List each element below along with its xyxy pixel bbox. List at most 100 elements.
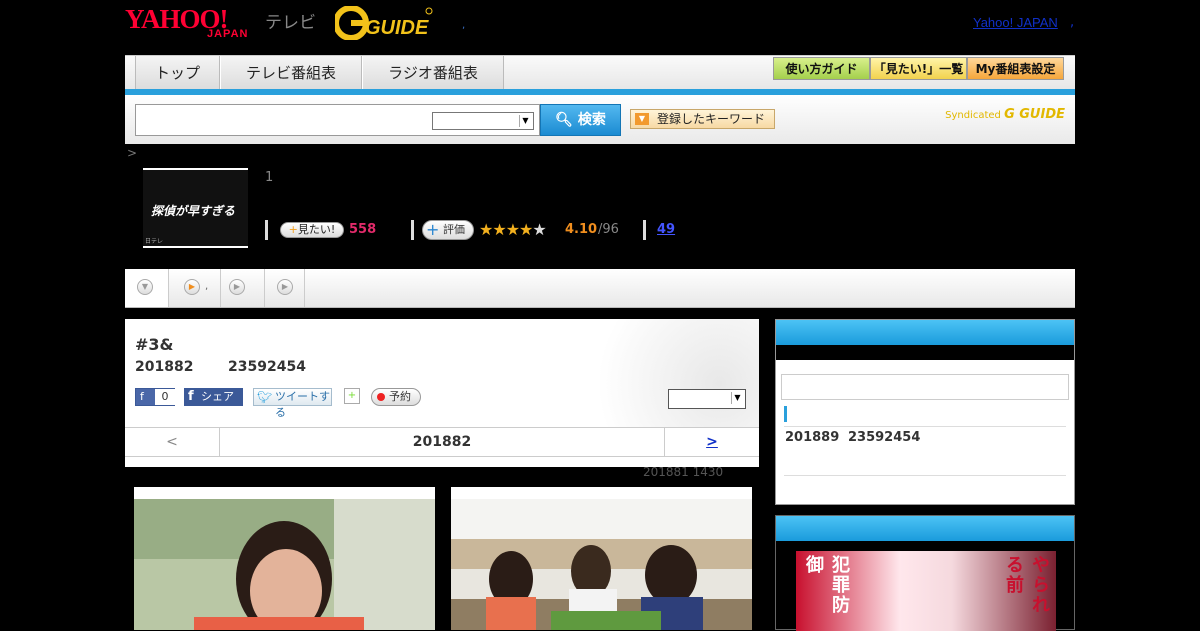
registered-keywords-label: 登録したキーワード: [657, 112, 766, 126]
rating-stars: ★★★★★: [479, 220, 547, 240]
comments-count-link[interactable]: 49: [657, 222, 675, 237]
gguide-logo[interactable]: GUIDE: [335, 6, 433, 40]
breadcrumb: >: [127, 146, 138, 160]
plus-icon: +: [288, 223, 298, 236]
syndicated-logo: Syndicated G GUIDE: [945, 107, 1065, 122]
program-thumbnail-title: 探偵が早すぎる: [151, 204, 236, 218]
pager-current: 201882: [412, 434, 472, 450]
episode-id: 23592454: [228, 359, 306, 375]
episode-photo-1[interactable]: [134, 487, 435, 630]
record-reservation-button[interactable]: 予約: [371, 388, 421, 406]
divider: [784, 426, 1066, 427]
search-button-label: 検索: [577, 112, 606, 128]
tab-tv-schedule[interactable]: テレビ番組表: [220, 56, 362, 90]
header-separator: ,: [462, 20, 466, 31]
sidebar-promo-header: [776, 516, 1074, 541]
rating-count: /96: [598, 222, 619, 237]
search-button[interactable]: 🔍︎ 検索: [540, 104, 621, 136]
program-thumbnail[interactable]: 探偵が早すぎる 日テレ: [143, 168, 248, 248]
sidebar-promo-panel: 犯罪防御 やられる前: [775, 515, 1075, 631]
subtab-4[interactable]: ▶: [265, 269, 305, 307]
mitai-label: 見たい!: [297, 223, 336, 236]
rate-button[interactable]: + 評価: [422, 220, 474, 240]
episode-photo-2[interactable]: [451, 487, 752, 630]
promo-poster-right-text: やられる前: [1003, 555, 1050, 615]
star-icon: ★: [519, 220, 533, 239]
mitai-button[interactable]: +見たい!: [280, 222, 344, 238]
tv-label: テレビ: [265, 13, 316, 33]
search-category-select[interactable]: ▼: [432, 112, 534, 130]
svg-text:GUIDE: GUIDE: [365, 17, 429, 39]
sidebar-panel: 201889 23592454: [775, 319, 1075, 505]
facebook-share-button[interactable]: f シェア: [184, 388, 243, 406]
twitter-bird-icon: 🐦︎: [257, 390, 273, 404]
sidebar-input[interactable]: [781, 374, 1069, 400]
play-icon: ▶: [229, 279, 245, 295]
registered-keywords-button[interactable]: ▼ 登録したキーワード: [630, 109, 775, 129]
promo-poster[interactable]: 犯罪防御 やられる前: [796, 551, 1056, 631]
syndicated-label: Syndicated: [945, 110, 1001, 121]
subtab-2[interactable]: ▶,: [169, 269, 221, 307]
facebook-share-label: シェア: [201, 390, 234, 403]
my-schedule-settings-button[interactable]: My番組表設定: [967, 57, 1064, 80]
search-icon: 🔍︎: [555, 112, 573, 128]
chevron-down-icon: ▼: [137, 279, 153, 295]
star-icon: ★: [479, 220, 493, 239]
play-icon: ▶: [277, 279, 293, 295]
episode-select[interactable]: ▼: [668, 389, 746, 409]
mitai-count: 558: [349, 222, 377, 237]
mitai-list-button[interactable]: 「見たい!」一覧: [870, 57, 967, 80]
sidebar-header-band: [776, 345, 1074, 360]
tab-top[interactable]: トップ: [135, 56, 220, 90]
sidebar-header: [776, 320, 1074, 345]
sidebar-next-date: 201889: [785, 430, 840, 445]
record-reservation-label: 予約: [389, 390, 411, 403]
main-nav: トップ テレビ番組表 ラジオ番組表 使い方ガイド 「見たい!」一覧 My番組表設…: [125, 55, 1075, 91]
subtab-3[interactable]: ▶: [221, 269, 265, 307]
divider: [643, 220, 646, 240]
header-trailing-separator: ,: [1070, 15, 1075, 30]
episode-title: #3&: [135, 335, 174, 354]
chevron-down-icon: ▼: [635, 113, 649, 125]
sidebar-next-id: 23592454: [848, 430, 921, 445]
divider: [265, 220, 268, 240]
episode-date: 201882: [135, 359, 194, 375]
usage-guide-button[interactable]: 使い方ガイド: [773, 57, 870, 80]
star-icon: ★: [492, 220, 506, 239]
yahoo-japan-link[interactable]: Yahoo! JAPAN: [973, 15, 1058, 30]
panel-background-pattern: [559, 319, 759, 427]
play-icon: ▶: [184, 279, 200, 295]
yahoo-japan-logo-text: JAPAN: [207, 28, 249, 40]
promo-poster-left-text: 犯罪防御: [803, 555, 850, 615]
facebook-icon: f: [140, 390, 144, 403]
record-dot-icon: [377, 393, 385, 401]
pager-next[interactable]: >: [664, 428, 759, 456]
calendar-add-icon[interactable]: +: [344, 388, 360, 404]
chevron-down-icon: ▼: [731, 392, 743, 404]
divider: [411, 220, 414, 240]
tab-radio-schedule[interactable]: ラジオ番組表: [362, 56, 504, 90]
facebook-icon: f: [188, 389, 194, 404]
episode-photo-2-image: [451, 499, 752, 630]
plus-icon: +: [426, 220, 440, 239]
tweet-label: ツイートする: [275, 390, 330, 419]
facebook-like-count: 0: [155, 389, 175, 405]
episode-photo-1-image: [134, 499, 435, 630]
program-subtabs: ▼ ▶, ▶ ▶: [125, 269, 1075, 308]
sidebar-section-marker: [784, 406, 787, 422]
broadcaster-mark: 日テレ: [145, 238, 164, 245]
episode-count: 1: [265, 170, 274, 185]
search-bar: ▼ 🔍︎ 検索 ▼ 登録したキーワード Syndicated G GUIDE: [125, 95, 1075, 144]
episode-pager: < 201882 >: [125, 427, 759, 457]
rate-label: 評価: [443, 223, 465, 236]
episode-panel: #3& 201882 23592454 f 0 f シェア 🐦︎ ツイートする …: [125, 319, 759, 467]
syndicated-gguide-logo: G GUIDE: [1004, 107, 1065, 122]
pager-prev[interactable]: <: [125, 428, 220, 456]
subtab-1[interactable]: ▼: [125, 269, 169, 307]
divider: [784, 475, 1066, 476]
facebook-like-button[interactable]: f 0: [135, 388, 175, 406]
star-empty-icon: ★: [532, 220, 546, 239]
star-icon: ★: [505, 220, 520, 239]
page: YAHOO! JAPAN テレビ GUIDE , Yahoo! JAPAN , …: [125, 0, 1075, 631]
tweet-button[interactable]: 🐦︎ ツイートする: [253, 388, 332, 419]
